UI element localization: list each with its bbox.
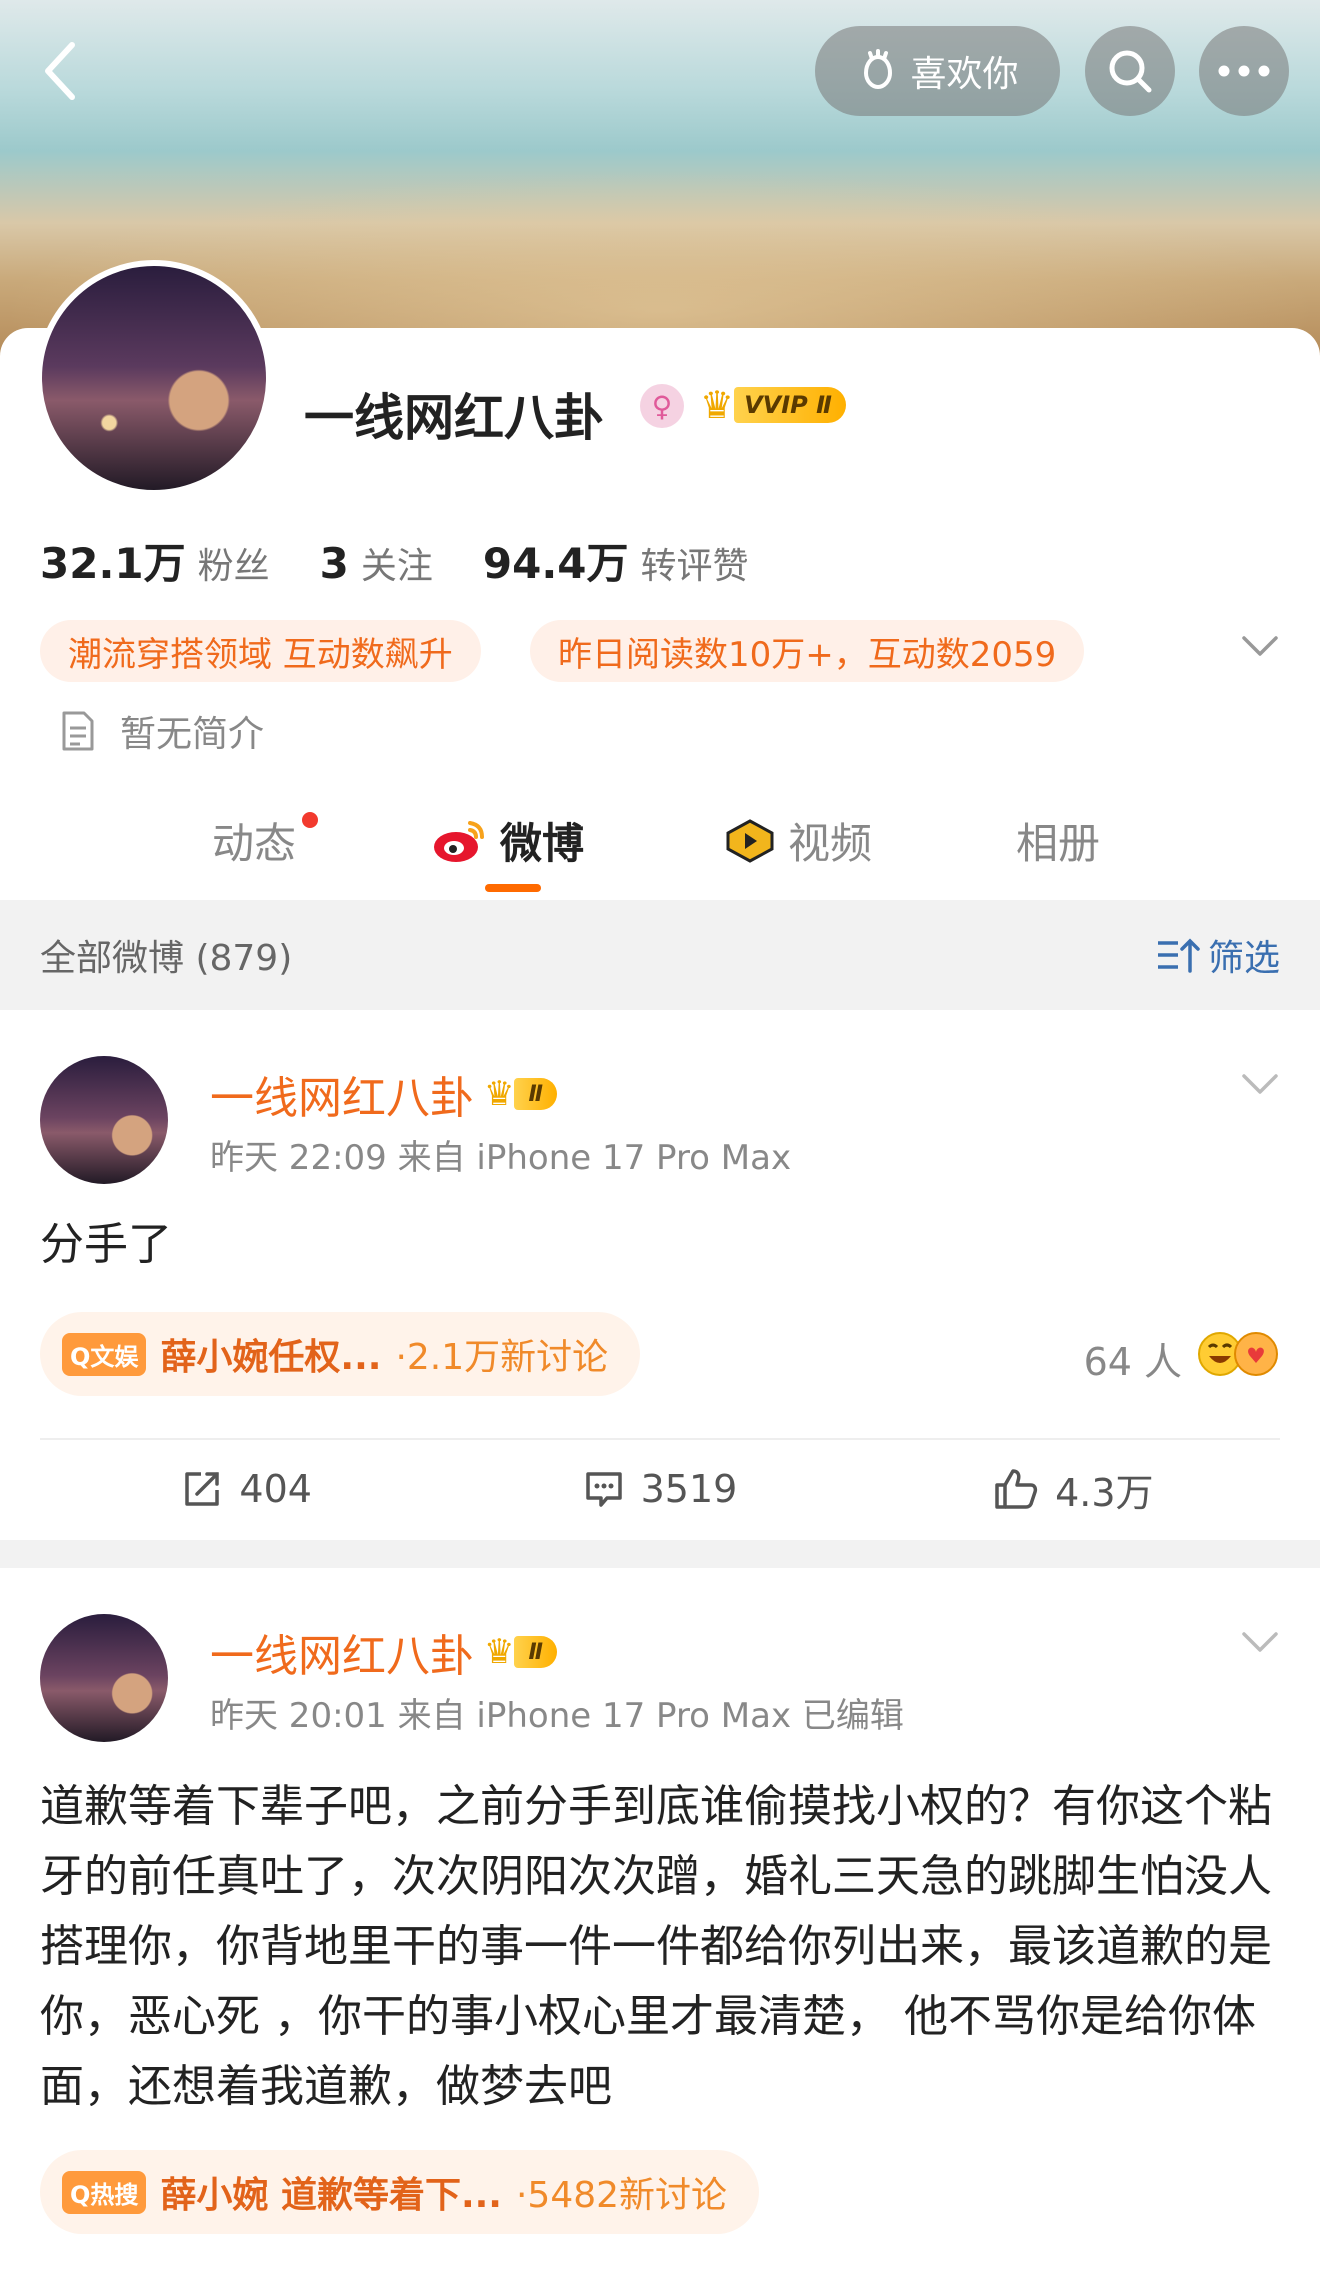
tab-album-label: 相册 [1016, 819, 1101, 868]
crown-icon: ♛ [700, 383, 735, 427]
following-count[interactable]: 3 [320, 539, 349, 588]
notification-dot [302, 812, 318, 828]
filter-label: 筛选 [1207, 938, 1280, 979]
video-play-icon [726, 818, 774, 863]
thumbs-up-icon [995, 1469, 1038, 1509]
profile-name: 一线网红八卦 [304, 389, 604, 447]
more-button[interactable] [1199, 26, 1289, 116]
hand-heart-icon [864, 49, 893, 90]
crown-icon: ♛ [484, 1074, 515, 1114]
reaction-summary[interactable]: 64 人 [1084, 1330, 1280, 1387]
vip-level: Ⅱ [514, 1078, 557, 1110]
more-dots-icon [1218, 65, 1270, 77]
post-menu-chevron-icon[interactable] [1240, 1070, 1280, 1102]
post-author-name: 一线网红八卦 [210, 1073, 474, 1124]
tab-active-indicator [485, 884, 541, 892]
following-label[interactable]: 关注 [361, 537, 433, 589]
back-button[interactable] [30, 36, 90, 106]
filter-button[interactable]: 筛选 [1156, 929, 1280, 981]
post-separator [0, 1540, 1320, 1568]
vvip-badge[interactable]: ♛ VVIP Ⅱ [700, 380, 866, 430]
repost-count: 404 [239, 1467, 312, 1511]
interactions-label: 转评赞 [640, 546, 749, 587]
crown-icon: ♛ [484, 1632, 515, 1672]
interactions-count: 94.4万 [482, 539, 629, 588]
comment-button[interactable]: 3519 [453, 1440, 866, 1538]
post-card[interactable]: 一线网红八卦 ♛ Ⅱ 昨天 22:09 来自 iPhone 17 Pro Max… [0, 1010, 1320, 1540]
comment-icon [585, 1472, 622, 1507]
vip-badge: ♛ Ⅱ [484, 1074, 557, 1114]
like-you-button[interactable]: 喜欢你 [815, 26, 1060, 116]
tab-weibo[interactable]: 微博 [432, 810, 584, 871]
post-action-bar: 404 3519 4.3万 [40, 1438, 1280, 1538]
tab-feed[interactable]: 动态 [212, 810, 296, 871]
post-meta: 昨天 22:09 来自 iPhone 17 Pro Max [210, 1138, 792, 1178]
tab-video-label: 视频 [788, 819, 873, 868]
post-meta: 昨天 20:01 来自 iPhone 17 Pro Max 已编辑 [210, 1696, 904, 1736]
laugh-emoji-icon [1196, 1330, 1280, 1387]
profile-stats: 32.1万 粉丝 3 关注 94.4万 转评赞 [40, 530, 799, 591]
female-gender-icon: ♀ [640, 384, 684, 428]
back-arrow-icon [45, 42, 75, 100]
honor-badge-fashion[interactable]: 潮流穿搭领域 互动数飙升 [40, 620, 481, 682]
post-text: 道歉等着下辈子吧，之前分手到底谁偷摸找小权的？有你这个粘牙的前任真吐了，次次阴阳… [40, 1781, 1272, 2112]
repost-button[interactable]: 404 [40, 1440, 453, 1538]
tab-weibo-label: 微博 [500, 819, 585, 868]
document-icon [62, 711, 94, 751]
topic-discussion-count: ·2.1万新讨论 [395, 1337, 609, 1378]
topic-category-tag: Q文娱 [62, 1332, 147, 1376]
topic-discussion-count: ·5482新讨论 [515, 2175, 728, 2216]
post-author[interactable]: 一线网红八卦 ♛ Ⅱ [210, 1620, 557, 1684]
like-button[interactable]: 4.3万 [867, 1440, 1280, 1538]
tab-feed-label: 动态 [212, 819, 297, 868]
search-icon [1109, 50, 1152, 93]
topic-title: 薛小婉任权... [160, 1337, 382, 1378]
comment-count: 3519 [640, 1467, 738, 1511]
tab-album[interactable]: 相册 [1016, 810, 1100, 871]
post-author-avatar[interactable] [40, 1056, 168, 1184]
filter-bar: 全部微博 (879) 筛选 [0, 900, 1320, 1010]
like-you-label: 喜欢你 [910, 54, 1019, 95]
vip-level: Ⅱ [514, 1636, 557, 1668]
post-author-avatar[interactable] [40, 1614, 168, 1742]
hot-topic-link[interactable]: Q热搜 薛小婉 道歉等着下... ·5482新讨论 [40, 2150, 760, 2234]
followers-label[interactable]: 粉丝 [198, 537, 270, 589]
weibo-logo-icon [434, 820, 484, 862]
vip-badge: ♛ Ⅱ [484, 1632, 557, 1672]
chevron-down-icon[interactable] [1240, 632, 1280, 664]
bio-text: 暂无简介 [120, 714, 265, 755]
profile-bio[interactable]: 暂无简介 [60, 705, 264, 757]
profile-tabs: 动态 微博 视频 相册 [0, 790, 1320, 900]
reaction-count: 64 人 [1083, 1340, 1182, 1384]
vvip-label: VVIP Ⅱ [734, 387, 846, 423]
all-posts-count: 全部微博 (879) [40, 938, 293, 979]
followers-count[interactable]: 32.1万 [40, 530, 186, 591]
post-text: 分手了 [40, 1219, 172, 1270]
post-author-name: 一线网红八卦 [210, 1631, 474, 1682]
post-author[interactable]: 一线网红八卦 ♛ Ⅱ [210, 1062, 557, 1126]
topic-title: 薛小婉 道歉等着下... [160, 2175, 502, 2216]
tab-video[interactable]: 视频 [724, 810, 872, 871]
repost-icon [185, 1472, 220, 1506]
honor-badge-reads[interactable]: 昨日阅读数10万+，互动数2059 [530, 620, 1085, 682]
hot-topic-link[interactable]: Q文娱 薛小婉任权... ·2.1万新讨论 [40, 1312, 641, 1396]
post-menu-chevron-icon[interactable] [1240, 1628, 1280, 1660]
filter-sort-icon [1157, 938, 1200, 973]
like-count: 4.3万 [1055, 1470, 1154, 1515]
search-button[interactable] [1085, 26, 1175, 116]
post-card[interactable]: 一线网红八卦 ♛ Ⅱ 昨天 20:01 来自 iPhone 17 Pro Max… [0, 1568, 1320, 2275]
topic-category-tag: Q热搜 [62, 2170, 147, 2214]
profile-avatar[interactable] [36, 260, 272, 496]
